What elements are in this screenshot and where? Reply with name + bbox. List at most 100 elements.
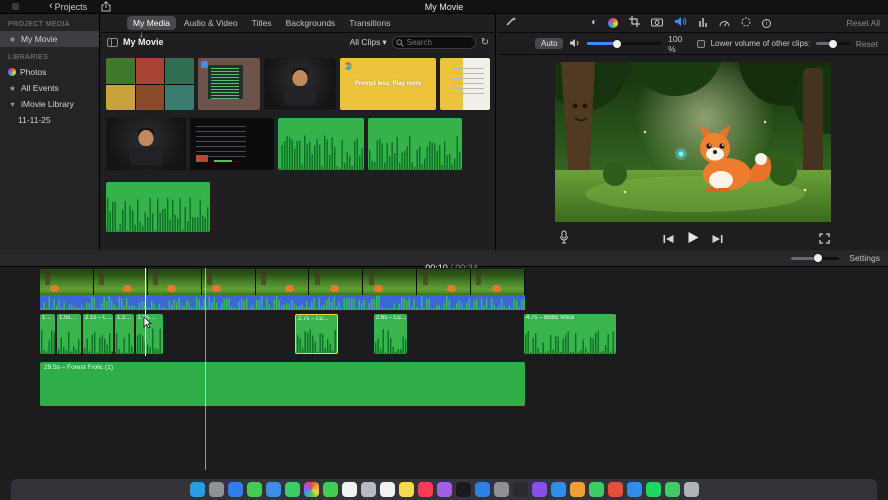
reset-all-button[interactable]: Reset All [846, 18, 880, 28]
dock-icon-terminal[interactable] [512, 482, 528, 497]
info-icon[interactable]: i [762, 18, 772, 28]
media-audio-clip[interactable] [106, 182, 210, 232]
audio-clip[interactable]: 1.5s… [57, 314, 81, 354]
dock-icon-keynote[interactable] [550, 482, 566, 497]
dock-icon-calendar[interactable] [341, 482, 357, 497]
sidebar-item-all-events[interactable]: ★ All Events [0, 80, 99, 96]
effects-icon[interactable] [741, 14, 751, 32]
media-audio-clip[interactable] [368, 118, 462, 170]
audio-clip[interactable]: 4.7s – Bobo Voice [524, 314, 616, 354]
playhead-line[interactable] [205, 268, 206, 470]
import-arrow-icon[interactable]: ↓ [139, 29, 144, 39]
media-clip-screen[interactable] [190, 118, 274, 170]
dock-icon-meet[interactable] [664, 482, 680, 497]
tab-my-media[interactable]: My Media [127, 16, 176, 30]
filmstrip-frame[interactable] [40, 269, 94, 295]
tab-backgrounds[interactable]: Backgrounds [280, 16, 342, 30]
lower-volume-slider[interactable] [816, 39, 850, 48]
dock-icon-imovie[interactable] [531, 482, 547, 497]
back-to-projects-button[interactable]: ‹ Projects [49, 1, 87, 12]
tab-transitions[interactable]: Transitions [343, 16, 396, 30]
lower-volume-knob[interactable] [828, 39, 837, 48]
color-balance-icon[interactable]: ◐ [591, 18, 597, 28]
volume-slider[interactable] [587, 39, 663, 48]
reset-button[interactable]: Reset [856, 39, 878, 49]
sidebar-item-photos[interactable]: Photos [0, 64, 99, 80]
zoom-slider-knob[interactable] [813, 254, 822, 262]
fullscreen-button[interactable] [819, 231, 830, 249]
audio-clip[interactable]: 2.6s – Lu… [374, 314, 407, 354]
dock-icon-settings[interactable] [493, 482, 509, 497]
panel-toggle-icon[interactable] [107, 37, 118, 47]
dock-icon-mail[interactable] [265, 482, 281, 497]
audio-clip-selected[interactable]: 2.7s – Lu… [295, 314, 338, 354]
filmstrip-frame[interactable] [93, 269, 148, 295]
dock-icon-numbers[interactable] [588, 482, 604, 497]
dock-icon-photos[interactable] [303, 482, 319, 497]
audio-clip[interactable]: 2.1s – L… [83, 314, 113, 354]
sidebar-item-my-movie[interactable]: ★ My Movie [0, 31, 99, 47]
dock-icon-launchpad[interactable] [208, 482, 224, 497]
dock-icon-browser[interactable] [607, 482, 623, 497]
media-clip-doc[interactable] [440, 58, 490, 110]
filmstrip-frame[interactable] [309, 269, 364, 295]
enhance-wand-icon[interactable] [505, 14, 516, 32]
dock-icon-finder[interactable] [189, 482, 205, 497]
dock-icon-reminders[interactable] [379, 482, 395, 497]
search-input[interactable] [391, 35, 476, 49]
dock-icon-contacts[interactable] [360, 482, 376, 497]
lower-volume-checkbox[interactable] [696, 39, 705, 48]
filmstrip-frame[interactable] [147, 269, 202, 295]
noise-reduction-icon[interactable] [698, 14, 708, 32]
dock-icon-code-editor[interactable] [626, 482, 642, 497]
tab-titles[interactable]: Titles [246, 16, 278, 30]
sidebar-item-event-date[interactable]: 11-11-25 [0, 112, 99, 128]
filmstrip-frame[interactable] [255, 269, 310, 295]
media-clip-card[interactable] [198, 58, 260, 110]
speed-icon[interactable] [719, 14, 730, 32]
dock-icon-messages[interactable] [246, 482, 262, 497]
filmstrip-frame[interactable] [471, 269, 525, 295]
media-audio-clip[interactable] [278, 118, 364, 170]
sidebar-item-imovie-library[interactable]: ▾ iMovie Library [0, 96, 99, 112]
refresh-icon[interactable]: ↻ [481, 37, 489, 48]
media-clip-person-2[interactable] [106, 118, 186, 170]
zoom-slider[interactable] [791, 254, 840, 262]
dock-icon-music[interactable] [417, 482, 433, 497]
volume-slider-knob[interactable] [613, 39, 622, 48]
volume-icon[interactable] [674, 14, 687, 32]
search-field[interactable] [391, 35, 476, 49]
clip-filter-dropdown[interactable]: All Clips ▾ [350, 37, 387, 48]
color-correction-icon[interactable] [608, 18, 619, 28]
auto-button[interactable]: Auto [535, 38, 564, 49]
dock-icon-podcasts[interactable] [436, 482, 452, 497]
tab-audio-video[interactable]: Audio & Video [178, 16, 244, 30]
dock-icon-notes[interactable] [398, 482, 414, 497]
dock-icon-facetime[interactable] [322, 482, 338, 497]
audio-clip[interactable]: 1.2… [115, 314, 134, 354]
dock-icon-tv[interactable] [455, 482, 471, 497]
filmstrip-frame[interactable] [363, 269, 418, 295]
media-clip-person[interactable] [264, 58, 336, 110]
next-button[interactable] [711, 231, 723, 249]
dock-icon-safari[interactable] [227, 482, 243, 497]
dock-icon-pages[interactable] [569, 482, 585, 497]
stabilization-icon[interactable] [651, 14, 664, 32]
background-music-clip[interactable]: 29.5s – Forest Frolic (1) [40, 362, 525, 406]
dock-icon-maps[interactable] [284, 482, 300, 497]
filmstrip-frame[interactable] [417, 269, 472, 295]
play-button[interactable] [686, 231, 699, 249]
dock-icon-spotify[interactable] [645, 482, 661, 497]
timeline[interactable]: 1… 1.5s… 2.1s – L… 1.2… 1.9s… 2.7s – Lu…… [0, 268, 888, 478]
video-audio-strip[interactable] [40, 295, 525, 310]
settings-button[interactable]: Settings [849, 253, 880, 263]
previous-button[interactable] [662, 231, 674, 249]
voiceover-mic-button[interactable] [559, 230, 569, 249]
audio-clip[interactable]: 1… [40, 314, 55, 354]
skimmer-line[interactable] [145, 268, 146, 356]
media-clip-collage[interactable] [106, 58, 194, 110]
dock-icon-trash[interactable] [683, 482, 699, 497]
share-button[interactable] [101, 1, 111, 12]
media-clip-yellow-card[interactable]: Prompt less, Play more [340, 58, 436, 110]
filmstrip-frame[interactable] [201, 269, 256, 295]
